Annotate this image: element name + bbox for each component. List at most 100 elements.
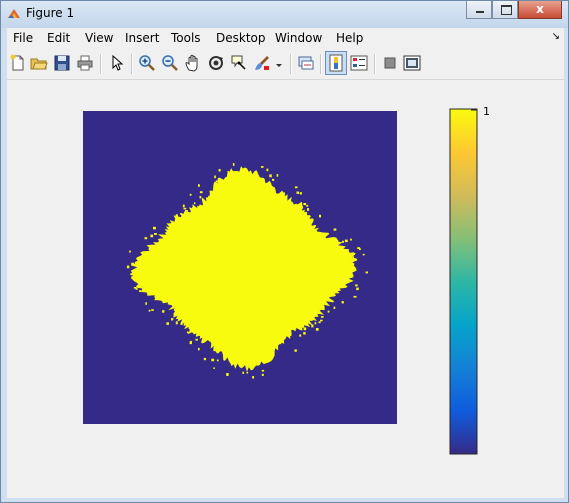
blob-speckle	[242, 371, 245, 374]
menu-help[interactable]: Help	[336, 31, 363, 45]
menu-tools[interactable]: Tools	[171, 31, 201, 45]
blob-speckle	[307, 208, 310, 211]
blob-speckle	[303, 332, 306, 335]
toolbar-separator	[100, 54, 102, 74]
blob-speckle	[314, 322, 317, 325]
brush-dropdown-icon[interactable]	[274, 54, 284, 72]
blob-speckle	[261, 166, 264, 168]
hide-plot-tools-icon[interactable]	[381, 54, 399, 72]
minimize-button[interactable]	[466, 1, 492, 19]
menu-view[interactable]: View	[85, 31, 113, 45]
close-button[interactable]: x	[518, 1, 562, 19]
blob-speckle	[299, 334, 302, 337]
blob-speckle	[276, 174, 279, 177]
save-icon[interactable]	[53, 54, 71, 72]
blob-speckle	[272, 178, 275, 181]
blob-speckle	[266, 168, 269, 172]
blob-speckle	[355, 284, 358, 287]
menu-edit[interactable]: Edit	[47, 31, 70, 45]
blob-speckle	[362, 253, 365, 256]
blob-speckle	[129, 250, 131, 253]
blob-speckle	[216, 359, 219, 362]
menu-desktop[interactable]: Desktop	[216, 31, 266, 45]
blob-speckle	[186, 331, 189, 334]
zoom-in-icon[interactable]	[138, 54, 156, 72]
blob-speckle	[294, 349, 297, 352]
matlab-logo-icon	[7, 7, 21, 21]
colorbar[interactable]	[449, 108, 478, 455]
blob-speckle	[333, 306, 336, 309]
brush-icon[interactable]	[253, 54, 271, 72]
blob-speckle	[353, 295, 357, 298]
zoom-out-icon[interactable]	[161, 54, 179, 72]
data-cursor-icon[interactable]	[230, 54, 248, 72]
blob-speckle	[203, 357, 206, 361]
blob-speckle	[189, 341, 192, 345]
blob-speckle	[126, 265, 130, 269]
menu-insert[interactable]: Insert	[125, 31, 159, 45]
window-controls: x	[466, 1, 562, 20]
blob-speckle	[139, 290, 142, 293]
blob-speckle	[232, 163, 235, 166]
open-file-icon[interactable]	[30, 54, 48, 72]
blob-speckle	[344, 239, 348, 243]
blob-speckle	[211, 358, 215, 362]
minimize-icon	[476, 11, 484, 13]
colorbar-tick-label: 1	[483, 105, 490, 118]
menu-bar: File Edit View Insert Tools Desktop Wind…	[7, 28, 564, 50]
print-icon[interactable]	[76, 54, 94, 72]
show-plot-tools-icon[interactable]	[403, 54, 421, 72]
blob-speckle	[189, 193, 192, 196]
toolbar-separator	[374, 54, 376, 74]
blob-speckle	[306, 204, 309, 207]
blob-speckle	[318, 321, 321, 324]
blob-speckle	[226, 373, 229, 376]
insert-legend-icon[interactable]	[350, 54, 368, 72]
blob-speckle	[153, 226, 156, 230]
blob-speckle	[162, 310, 165, 313]
dock-arrow-icon[interactable]: ↘	[552, 31, 560, 42]
blob-speckle	[352, 256, 355, 259]
menu-file[interactable]: File	[13, 31, 33, 45]
blob-speckle	[213, 367, 215, 369]
blob-speckle	[246, 371, 249, 374]
blob-speckle	[215, 180, 218, 183]
figure-window: Figure 1 x File Edit View Insert Tools D…	[0, 0, 569, 503]
blob-speckle	[320, 319, 323, 322]
title-bar[interactable]: Figure 1 x	[1, 1, 568, 28]
blob-speckle	[180, 213, 183, 215]
blob-speckle	[218, 169, 221, 172]
blob-speckle	[261, 373, 264, 376]
blob-speckle	[195, 338, 198, 341]
menu-window[interactable]: Window	[275, 31, 322, 45]
blob-speckle	[252, 376, 255, 379]
blob-speckle	[342, 240, 344, 243]
blob-speckle	[185, 210, 188, 213]
pan-hand-icon[interactable]	[184, 54, 202, 72]
maximize-button[interactable]	[492, 1, 518, 19]
link-plot-icon[interactable]	[297, 54, 315, 72]
figure-canvas: 1	[7, 80, 564, 498]
blob-speckle	[261, 369, 265, 372]
edit-plot-arrow-icon[interactable]	[108, 54, 126, 72]
blob-speckle	[182, 204, 185, 208]
blob-speckle	[214, 175, 216, 179]
blob-speckle	[341, 301, 344, 304]
window-title: Figure 1	[26, 6, 75, 20]
blob-speckle	[294, 186, 298, 189]
blob-speckle	[144, 237, 148, 240]
blob-speckle	[299, 192, 302, 195]
blob-speckle	[269, 174, 272, 178]
blob-speckle	[199, 196, 202, 199]
toolbar-separator	[131, 54, 133, 74]
rotate-3d-icon[interactable]	[207, 54, 225, 72]
blob-speckle	[227, 171, 230, 174]
insert-colorbar-icon[interactable]	[325, 51, 347, 75]
blob-speckle	[315, 328, 319, 331]
blob-speckle	[198, 184, 200, 187]
blob-speckle	[171, 318, 174, 320]
new-figure-icon[interactable]	[9, 54, 27, 72]
blob-speckle	[133, 287, 137, 289]
blob-speckle	[131, 262, 134, 266]
blob-speckle	[356, 287, 359, 291]
